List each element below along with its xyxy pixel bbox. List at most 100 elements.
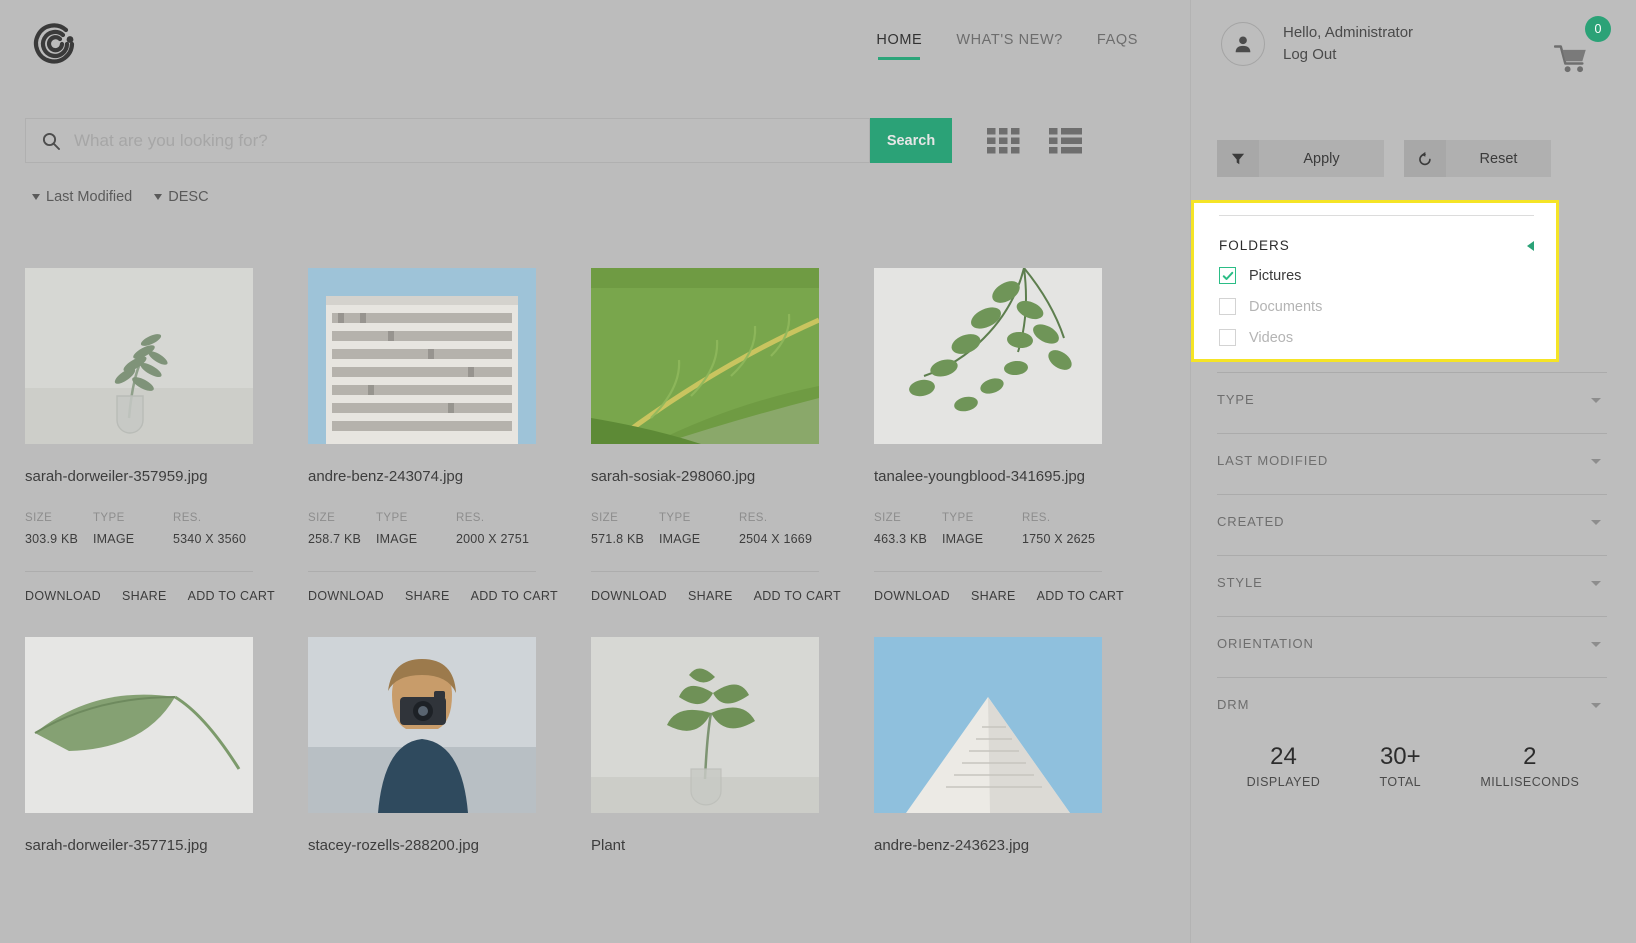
- share-action[interactable]: SHARE: [688, 589, 733, 603]
- chevron-down-icon: [1591, 581, 1601, 586]
- asset-meta-values: 258.7 KB IMAGE 2000 X 2751: [308, 532, 536, 546]
- asset-filename: Plant: [591, 837, 626, 854]
- asset-thumbnail[interactable]: [591, 637, 819, 813]
- right-sidebar: Hello, Administrator Log Out 0 Apply Res…: [1190, 0, 1636, 943]
- checkbox-unchecked-icon[interactable]: [1219, 329, 1236, 346]
- divider: [308, 571, 536, 572]
- filter-section-style[interactable]: STYLE: [1217, 555, 1607, 616]
- checkbox-checked-icon[interactable]: [1219, 267, 1236, 284]
- asset-filename: stacey-rozells-288200.jpg: [308, 837, 479, 854]
- collapse-left-arrow-icon[interactable]: [1527, 240, 1534, 251]
- filter-section-label: TYPE: [1217, 392, 1255, 407]
- type-value: IMAGE: [659, 532, 701, 546]
- asset-card[interactable]: sarah-dorweiler-357715.jpg: [25, 637, 253, 854]
- download-action[interactable]: DOWNLOAD: [874, 589, 950, 603]
- download-action[interactable]: DOWNLOAD: [591, 589, 667, 603]
- share-action[interactable]: SHARE: [405, 589, 450, 603]
- divider: [874, 571, 1102, 572]
- asset-card[interactable]: stacey-rozells-288200.jpg: [308, 637, 536, 854]
- nav-item-home[interactable]: HOME: [876, 32, 922, 60]
- size-value: 463.3 KB: [874, 532, 928, 546]
- res-label: RES.: [1022, 512, 1051, 524]
- search-box[interactable]: [25, 118, 870, 163]
- main-content-area: HOME WHAT'S NEW? FAQS Search: [0, 0, 1190, 943]
- apply-button[interactable]: Apply: [1217, 140, 1384, 177]
- nav-item-whats-new[interactable]: WHAT'S NEW?: [956, 32, 1063, 60]
- asset-card[interactable]: sarah-sosiak-298060.jpg SIZE TYPE RES. 5…: [591, 268, 841, 603]
- asset-thumbnail[interactable]: [591, 268, 819, 444]
- sort-field-label: Last Modified: [46, 189, 133, 205]
- asset-thumbnail[interactable]: [308, 268, 536, 444]
- folders-filter-panel[interactable]: FOLDERS Pictures Documents Videos: [1191, 200, 1559, 362]
- folder-option-documents[interactable]: Documents: [1219, 298, 1534, 315]
- folder-option-videos[interactable]: Videos: [1219, 329, 1534, 346]
- asset-card[interactable]: andre-benz-243623.jpg: [874, 637, 1102, 854]
- asset-card[interactable]: Plant: [591, 637, 819, 854]
- stat-value: 24: [1270, 743, 1297, 770]
- res-label: RES.: [173, 512, 202, 524]
- chevron-down-icon: [154, 194, 163, 200]
- reset-button[interactable]: Reset: [1404, 140, 1551, 177]
- stat-value: 30+: [1379, 743, 1421, 770]
- filter-section-drm[interactable]: DRM: [1217, 677, 1607, 738]
- asset-card[interactable]: tanalee-youngblood-341695.jpg SIZE TYPE …: [874, 268, 1124, 603]
- add-to-cart-action[interactable]: ADD TO CART: [754, 589, 841, 603]
- folders-header: FOLDERS: [1219, 238, 1534, 253]
- download-action[interactable]: DOWNLOAD: [308, 589, 384, 603]
- size-value: 258.7 KB: [308, 532, 362, 546]
- res-label: RES.: [456, 512, 485, 524]
- filter-section-label: DRM: [1217, 697, 1250, 712]
- cart-widget[interactable]: 0: [1552, 16, 1611, 78]
- stat-label: TOTAL: [1379, 775, 1422, 789]
- filter-section-type[interactable]: TYPE: [1217, 372, 1607, 433]
- type-value: IMAGE: [93, 532, 135, 546]
- asset-card[interactable]: sarah-dorweiler-357959.jpg SIZE TYPE RES…: [25, 268, 275, 603]
- folders-panel-inner: FOLDERS Pictures Documents Videos: [1219, 203, 1534, 359]
- size-label: SIZE: [25, 512, 53, 524]
- chevron-down-icon: [1591, 642, 1601, 647]
- add-to-cart-action[interactable]: ADD TO CART: [471, 589, 558, 603]
- asset-filename: sarah-dorweiler-357715.jpg: [25, 837, 208, 854]
- filter-section-label: LAST MODIFIED: [1217, 453, 1329, 468]
- asset-meta-headers: SIZE TYPE RES.: [591, 512, 819, 524]
- add-to-cart-action[interactable]: ADD TO CART: [188, 589, 275, 603]
- search-button[interactable]: Search: [870, 118, 952, 163]
- search-row: Search: [25, 118, 1083, 163]
- undo-arrow-icon: [1404, 140, 1446, 177]
- share-action[interactable]: SHARE: [122, 589, 167, 603]
- asset-thumbnail[interactable]: [25, 637, 253, 813]
- size-label: SIZE: [591, 512, 619, 524]
- list-view-icon[interactable]: [1049, 126, 1083, 156]
- asset-thumbnail[interactable]: [874, 637, 1102, 813]
- size-label: SIZE: [874, 512, 902, 524]
- filter-section-created[interactable]: CREATED: [1217, 494, 1607, 555]
- sort-field-dropdown[interactable]: Last Modified: [32, 189, 132, 205]
- search-icon: [42, 132, 60, 150]
- type-label: TYPE: [376, 512, 408, 524]
- asset-actions: DOWNLOAD SHARE ADD TO CART: [25, 589, 275, 603]
- asset-meta-values: 463.3 KB IMAGE 1750 X 2625: [874, 532, 1102, 546]
- filter-section-label: STYLE: [1217, 575, 1263, 590]
- folder-option-pictures[interactable]: Pictures: [1219, 267, 1534, 284]
- user-avatar-icon[interactable]: [1221, 22, 1265, 66]
- sort-direction-dropdown[interactable]: DESC: [154, 189, 209, 205]
- size-label: SIZE: [308, 512, 336, 524]
- add-to-cart-action[interactable]: ADD TO CART: [1037, 589, 1124, 603]
- nav-item-faqs[interactable]: FAQS: [1097, 32, 1138, 60]
- grid-view-icon[interactable]: [987, 126, 1021, 156]
- asset-thumbnail[interactable]: [874, 268, 1102, 444]
- asset-card[interactable]: andre-benz-243074.jpg SIZE TYPE RES. 258…: [308, 268, 558, 603]
- logout-link[interactable]: Log Out: [1283, 44, 1413, 66]
- filter-section-last-modified[interactable]: LAST MODIFIED: [1217, 433, 1607, 494]
- asset-thumbnail[interactable]: [308, 637, 536, 813]
- share-action[interactable]: SHARE: [971, 589, 1016, 603]
- brand-logo-icon[interactable]: [30, 18, 82, 70]
- asset-filename: andre-benz-243074.jpg: [308, 468, 464, 485]
- checkbox-unchecked-icon[interactable]: [1219, 298, 1236, 315]
- asset-thumbnail[interactable]: [25, 268, 253, 444]
- result-stats: 24 DISPLAYED 30+ TOTAL 2 MILLISECONDS: [1217, 742, 1609, 789]
- filter-section-orientation[interactable]: ORIENTATION: [1217, 616, 1607, 677]
- search-input[interactable]: [74, 130, 834, 151]
- download-action[interactable]: DOWNLOAD: [25, 589, 101, 603]
- res-value: 2504 X 1669: [739, 532, 813, 546]
